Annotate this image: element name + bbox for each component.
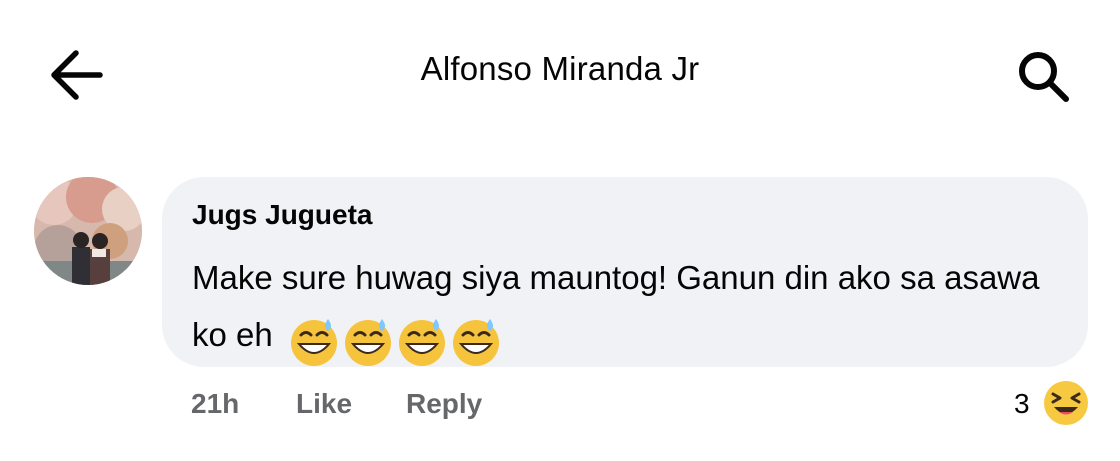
search-button[interactable] (1010, 44, 1076, 106)
laughing-reaction-icon[interactable] (1042, 379, 1090, 427)
page-title: Alfonso Miranda Jr (420, 50, 700, 87)
reply-button[interactable]: Reply (406, 388, 482, 420)
avatar-photo (34, 177, 142, 285)
comment-timestamp: 21h (191, 388, 240, 419)
grinning-sweat-emoji-icon (344, 318, 391, 366)
comment-bubble[interactable]: Jugs Jugueta Make sure huwag siya maunto… (162, 177, 1088, 367)
like-button[interactable]: Like (296, 388, 352, 420)
comment-author[interactable]: Jugs Jugueta (192, 199, 372, 231)
search-icon (1019, 52, 1069, 102)
grinning-sweat-emoji-icon (290, 318, 337, 366)
reaction-count[interactable]: 3 (1014, 388, 1030, 420)
grinning-sweat-emoji-icon (398, 318, 445, 366)
avatar[interactable] (34, 177, 142, 285)
emoji-group (288, 310, 504, 366)
grinning-sweat-emoji-icon (452, 318, 499, 366)
comment-text-line: Make sure huwag siya mauntog! Ganun din … (192, 249, 1052, 366)
app-header: Alfonso Miranda Jr (0, 0, 1120, 150)
